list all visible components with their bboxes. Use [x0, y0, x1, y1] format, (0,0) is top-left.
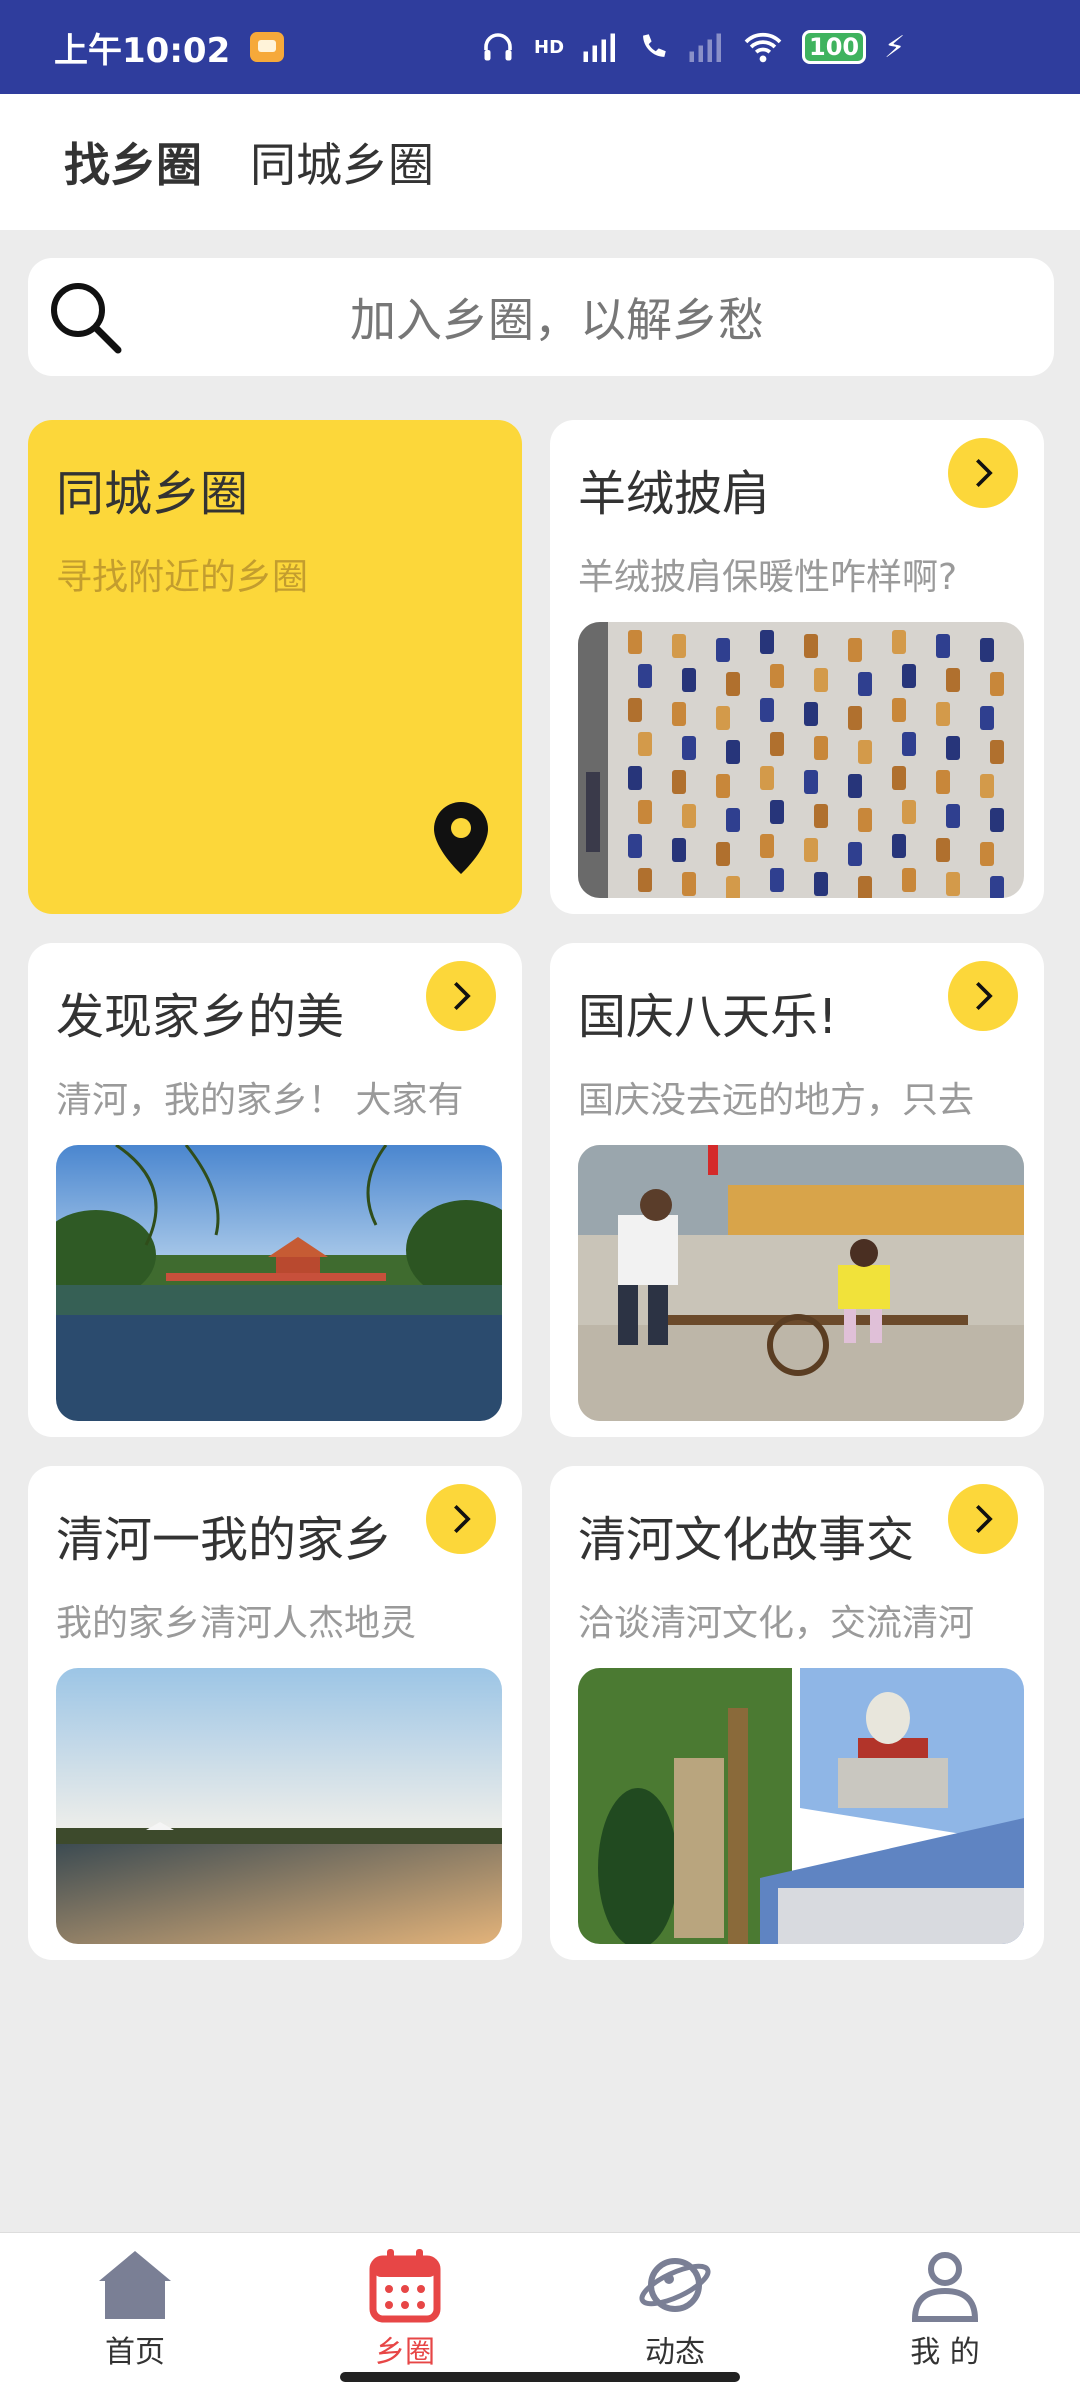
- card-desc: 羊绒披肩保暖性咋样啊?: [578, 557, 958, 598]
- chevron-right-icon[interactable]: [948, 438, 1018, 508]
- card-title: 同城乡圈: [56, 466, 249, 522]
- status-bar: 上午10:02 HD 100 ⚡: [0, 0, 1080, 94]
- card-title: 国庆八天乐!: [578, 989, 838, 1045]
- card-national-day[interactable]: 国庆八天乐! 国庆没去远的地方，只去: [550, 943, 1044, 1437]
- tab-local-circle[interactable]: 同城乡圈: [250, 129, 434, 195]
- card-title: 清河文化故事交: [578, 1512, 915, 1568]
- card-qinghe-culture[interactable]: 清河文化故事交 洽谈清河文化，交流清河: [550, 1466, 1044, 1960]
- search-icon[interactable]: [40, 272, 130, 362]
- location-pin-icon: [434, 802, 488, 874]
- signal-weak-icon: [689, 33, 722, 62]
- card-title: 羊绒披肩: [578, 466, 771, 522]
- home-indicator[interactable]: [340, 2372, 740, 2382]
- nav-label: 首页: [105, 2335, 165, 2370]
- home-icon: [99, 2251, 171, 2319]
- search-bar[interactable]: 加入乡圈，以解乡愁: [28, 258, 1054, 376]
- nav-label: 我 的: [910, 2335, 980, 2370]
- card-desc: 寻找附近的乡圈: [56, 557, 309, 598]
- signal-icon: [583, 33, 616, 62]
- calendar-icon: [369, 2249, 441, 2323]
- headphones-icon: [484, 33, 512, 61]
- nav-label: 动态: [645, 2335, 705, 2370]
- planet-icon: [639, 2258, 711, 2312]
- notification-icon: [250, 32, 285, 62]
- card-image: [578, 622, 1024, 898]
- card-local-circle[interactable]: 同城乡圈 寻找附近的乡圈: [28, 420, 522, 914]
- card-desc: 清河，我的家乡！ 大家有: [56, 1080, 464, 1121]
- status-icons: HD 100 ⚡: [480, 0, 905, 94]
- card-desc: 洽谈清河文化，交流清河: [578, 1603, 975, 1644]
- chevron-right-icon[interactable]: [426, 961, 496, 1031]
- battery-indicator: 100: [802, 30, 867, 64]
- card-title: 清河一我的家乡: [56, 1512, 393, 1568]
- chevron-right-icon[interactable]: [948, 961, 1018, 1031]
- nav-profile[interactable]: 我 的: [810, 2233, 1080, 2401]
- card-qinghe-hometown[interactable]: 清河一我的家乡 我的家乡清河人杰地灵: [28, 1466, 522, 1960]
- profile-icon: [911, 2252, 979, 2322]
- card-image: [578, 1668, 1024, 1944]
- chevron-right-icon[interactable]: [426, 1484, 496, 1554]
- card-hometown-beauty[interactable]: 发现家乡的美 清河，我的家乡！ 大家有: [28, 943, 522, 1437]
- search-placeholder[interactable]: 加入乡圈，以解乡愁: [130, 284, 984, 350]
- card-image: [56, 1668, 502, 1944]
- chevron-right-icon[interactable]: [948, 1484, 1018, 1554]
- wifi-icon: [744, 32, 782, 63]
- card-title: 发现家乡的美: [56, 989, 345, 1045]
- nav-home[interactable]: 首页: [0, 2233, 270, 2401]
- network-label: HD: [534, 36, 565, 58]
- call-blocked-icon: [643, 34, 666, 57]
- card-desc: 我的家乡清河人杰地灵: [56, 1603, 417, 1644]
- top-tab-bar: 找乡圈 同城乡圈: [0, 94, 1080, 230]
- nav-label: 乡圈: [375, 2335, 435, 2370]
- charging-icon: ⚡: [884, 29, 906, 65]
- card-cashmere-shawl[interactable]: 羊绒披肩 羊绒披肩保暖性咋样啊?: [550, 420, 1044, 914]
- card-image: [578, 1145, 1024, 1421]
- status-time: 上午10:02: [54, 30, 231, 71]
- card-desc: 国庆没去远的地方，只去: [578, 1080, 975, 1121]
- tab-find-circle[interactable]: 找乡圈: [64, 129, 202, 195]
- card-image: [56, 1145, 502, 1421]
